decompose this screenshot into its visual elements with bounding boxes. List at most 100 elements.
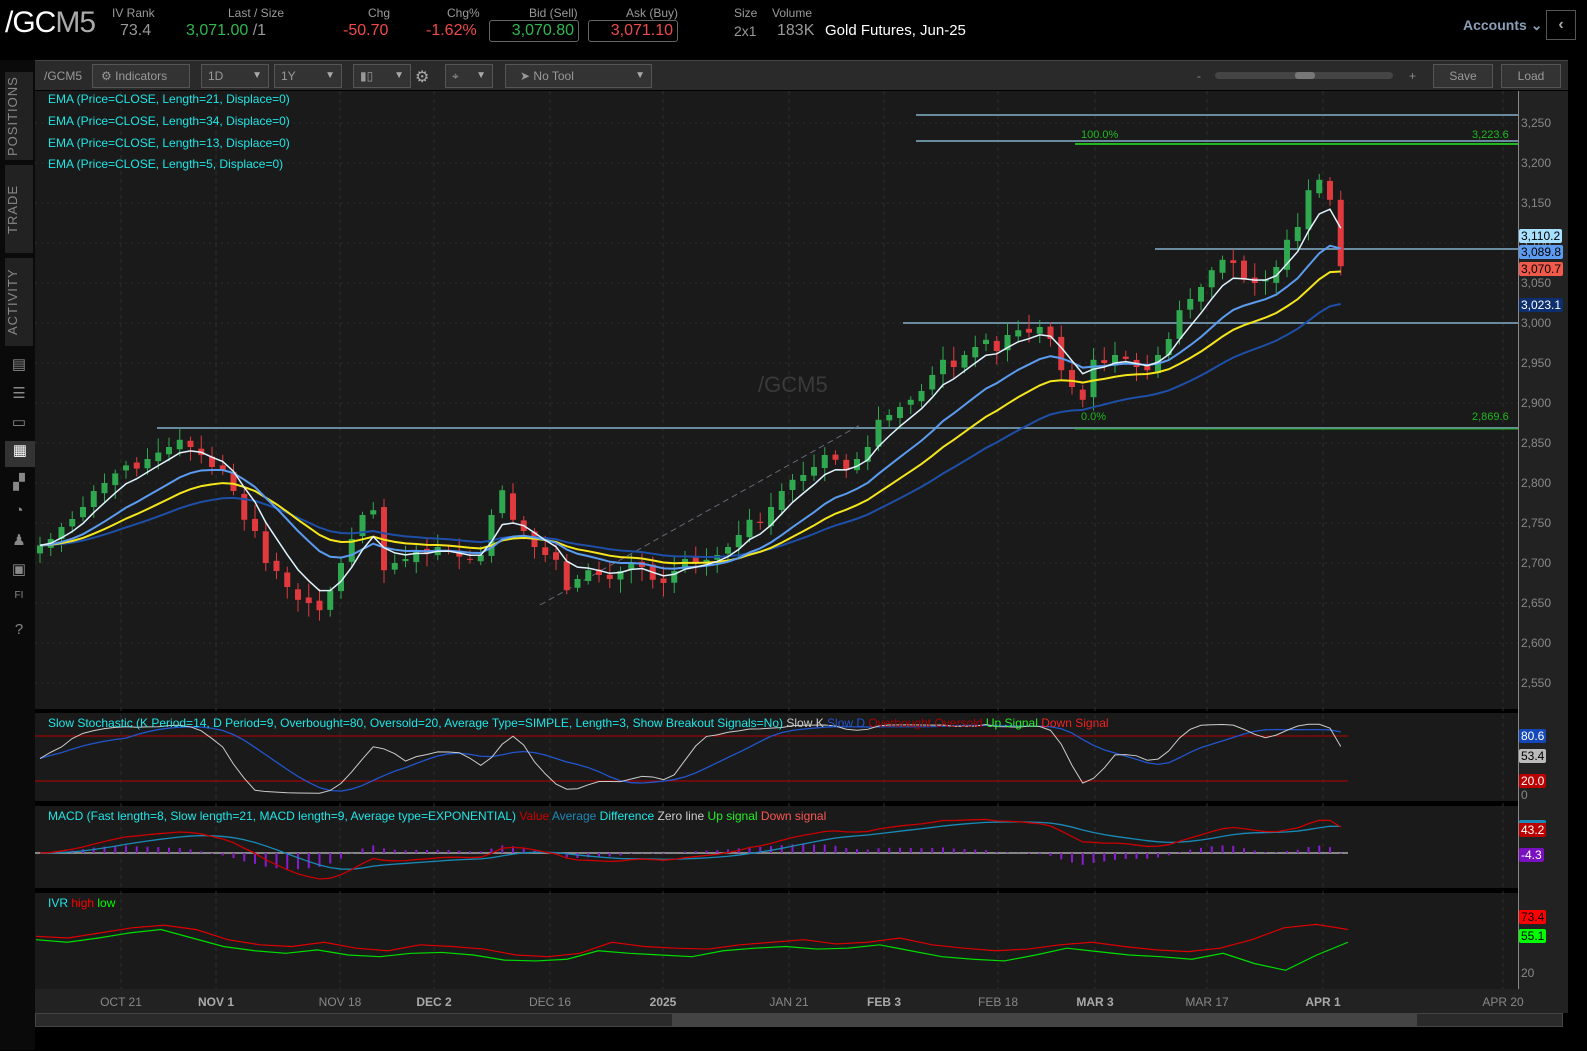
- candle-body: [725, 547, 731, 554]
- date-label: FEB 18: [977, 995, 1019, 1009]
- candle-body: [123, 465, 129, 471]
- candle-body: [187, 440, 194, 447]
- candle-body: [660, 578, 667, 583]
- candle-body: [1015, 330, 1022, 337]
- candle-body: [1219, 259, 1226, 273]
- candle-body: [606, 574, 613, 579]
- candle-body: [757, 521, 764, 523]
- candle-body: [155, 452, 162, 462]
- ema-5-label[interactable]: EMA (Price=CLOSE, Length=5, Displace=0): [48, 157, 283, 171]
- candle-body: [316, 600, 323, 611]
- legend-up-signal: Up signal: [707, 809, 758, 823]
- ema13-tag: 3,089.8: [1519, 245, 1564, 259]
- candle-body: [735, 535, 742, 548]
- ema-13-label[interactable]: EMA (Price=CLOSE, Length=13, Displace=0): [48, 136, 290, 150]
- candle-body: [1241, 260, 1247, 280]
- stochastic-legend[interactable]: Slow Stochastic (K Period=14, D Period=9…: [48, 716, 1109, 730]
- date-label: JAN 21: [769, 995, 809, 1009]
- fib-bottom-pct: 0.0%: [1081, 411, 1107, 423]
- candle-body: [993, 340, 1000, 351]
- candle-body: [499, 490, 506, 514]
- legend-overbought: Overbought: [868, 716, 932, 730]
- price-axis-label: 3,200: [1521, 156, 1552, 170]
- candle-body: [241, 493, 248, 520]
- candle-body: [1187, 299, 1194, 310]
- date-label: FEB 3: [866, 995, 902, 1009]
- candle-body: [983, 339, 989, 345]
- candle-body: [746, 519, 753, 538]
- macd-title: MACD (Fast length=8, Slow length=21, MAC…: [48, 809, 517, 823]
- ivr-title: IVR: [48, 896, 69, 910]
- candle-body: [273, 560, 280, 571]
- candle-body: [1294, 227, 1301, 242]
- fib-top-pct: 100.0%: [1081, 129, 1119, 141]
- date-label: OCT 21: [100, 995, 142, 1009]
- candle-body: [585, 570, 592, 582]
- candle-body: [101, 483, 108, 494]
- slow-d-tag: 80.6: [1519, 729, 1547, 743]
- legend-difference: Difference: [599, 809, 655, 823]
- candle-body: [1230, 260, 1237, 263]
- candle-body: [563, 561, 570, 591]
- price-axis-label: 2,700: [1521, 556, 1552, 570]
- ema-5-line: [39, 208, 1342, 592]
- candle-body: [391, 563, 398, 570]
- candle-body: [1090, 359, 1097, 398]
- candle-body: [1101, 360, 1108, 363]
- price-axis-label: 3,050: [1521, 276, 1552, 290]
- candle-body: [1198, 287, 1204, 302]
- ivr-legend[interactable]: IVR high low: [48, 896, 115, 910]
- macd-legend[interactable]: MACD (Fast length=8, Slow length=21, MAC…: [48, 809, 826, 823]
- candle-body: [1058, 336, 1065, 371]
- date-label: MAR 17: [1185, 995, 1229, 1009]
- candle-body: [1208, 270, 1215, 288]
- macd-average-line: [39, 821, 1341, 870]
- candle-body: [176, 439, 183, 450]
- candle-body: [811, 467, 817, 476]
- candle-body: [370, 510, 377, 515]
- candle-body: [90, 491, 97, 508]
- price-axis-label: 2,550: [1521, 676, 1552, 690]
- candle-body: [467, 558, 473, 560]
- candle-body: [69, 519, 76, 527]
- date-label: DEC 16: [528, 995, 572, 1009]
- macd-value-line: [39, 818, 1342, 880]
- candle-body: [262, 531, 269, 563]
- candle-body: [1327, 180, 1333, 200]
- legend-oversold: Oversold: [934, 716, 983, 730]
- candle-body: [1069, 370, 1075, 387]
- candle-body: [950, 360, 957, 367]
- legend-value: Value: [519, 809, 550, 823]
- candle-body: [1026, 328, 1032, 333]
- candle-body: [1176, 310, 1183, 339]
- candle-body: [112, 473, 119, 486]
- oversold-tag: 20.0: [1519, 774, 1547, 788]
- ema-34-label[interactable]: EMA (Price=CLOSE, Length=34, Displace=0): [48, 114, 290, 128]
- legend-slow-k: Slow K: [786, 716, 824, 730]
- candle-body: [929, 375, 936, 390]
- candle-body: [1305, 190, 1312, 230]
- slow-k-line: [39, 723, 1342, 794]
- price-axis-label: 3,000: [1521, 316, 1552, 330]
- candle-body: [800, 475, 807, 482]
- legend-down-signal: Down signal: [760, 809, 827, 823]
- candle-body: [940, 359, 946, 375]
- date-label: 2025: [649, 995, 677, 1009]
- candle-body: [295, 589, 301, 600]
- candle-body: [1122, 356, 1129, 359]
- candle-body: [907, 399, 914, 405]
- ema34-tag: 3,023.1: [1519, 298, 1564, 312]
- candle-body: [821, 455, 828, 468]
- ema-34-line: [39, 303, 1341, 558]
- macd-value-tag: 43.2: [1519, 820, 1547, 837]
- candle-body: [37, 545, 43, 554]
- candle-body: [1036, 327, 1043, 334]
- ema-21-label[interactable]: EMA (Price=CLOSE, Length=21, Displace=0): [48, 92, 290, 106]
- legend-average: Average: [551, 809, 597, 823]
- ema-21-line: [39, 270, 1341, 565]
- candle-body: [875, 419, 882, 447]
- price-axis-label: 2,750: [1521, 516, 1552, 530]
- date-label: MAR 3: [1076, 995, 1114, 1009]
- date-label: DEC 2: [416, 995, 452, 1009]
- date-label: APR 1: [1305, 995, 1341, 1009]
